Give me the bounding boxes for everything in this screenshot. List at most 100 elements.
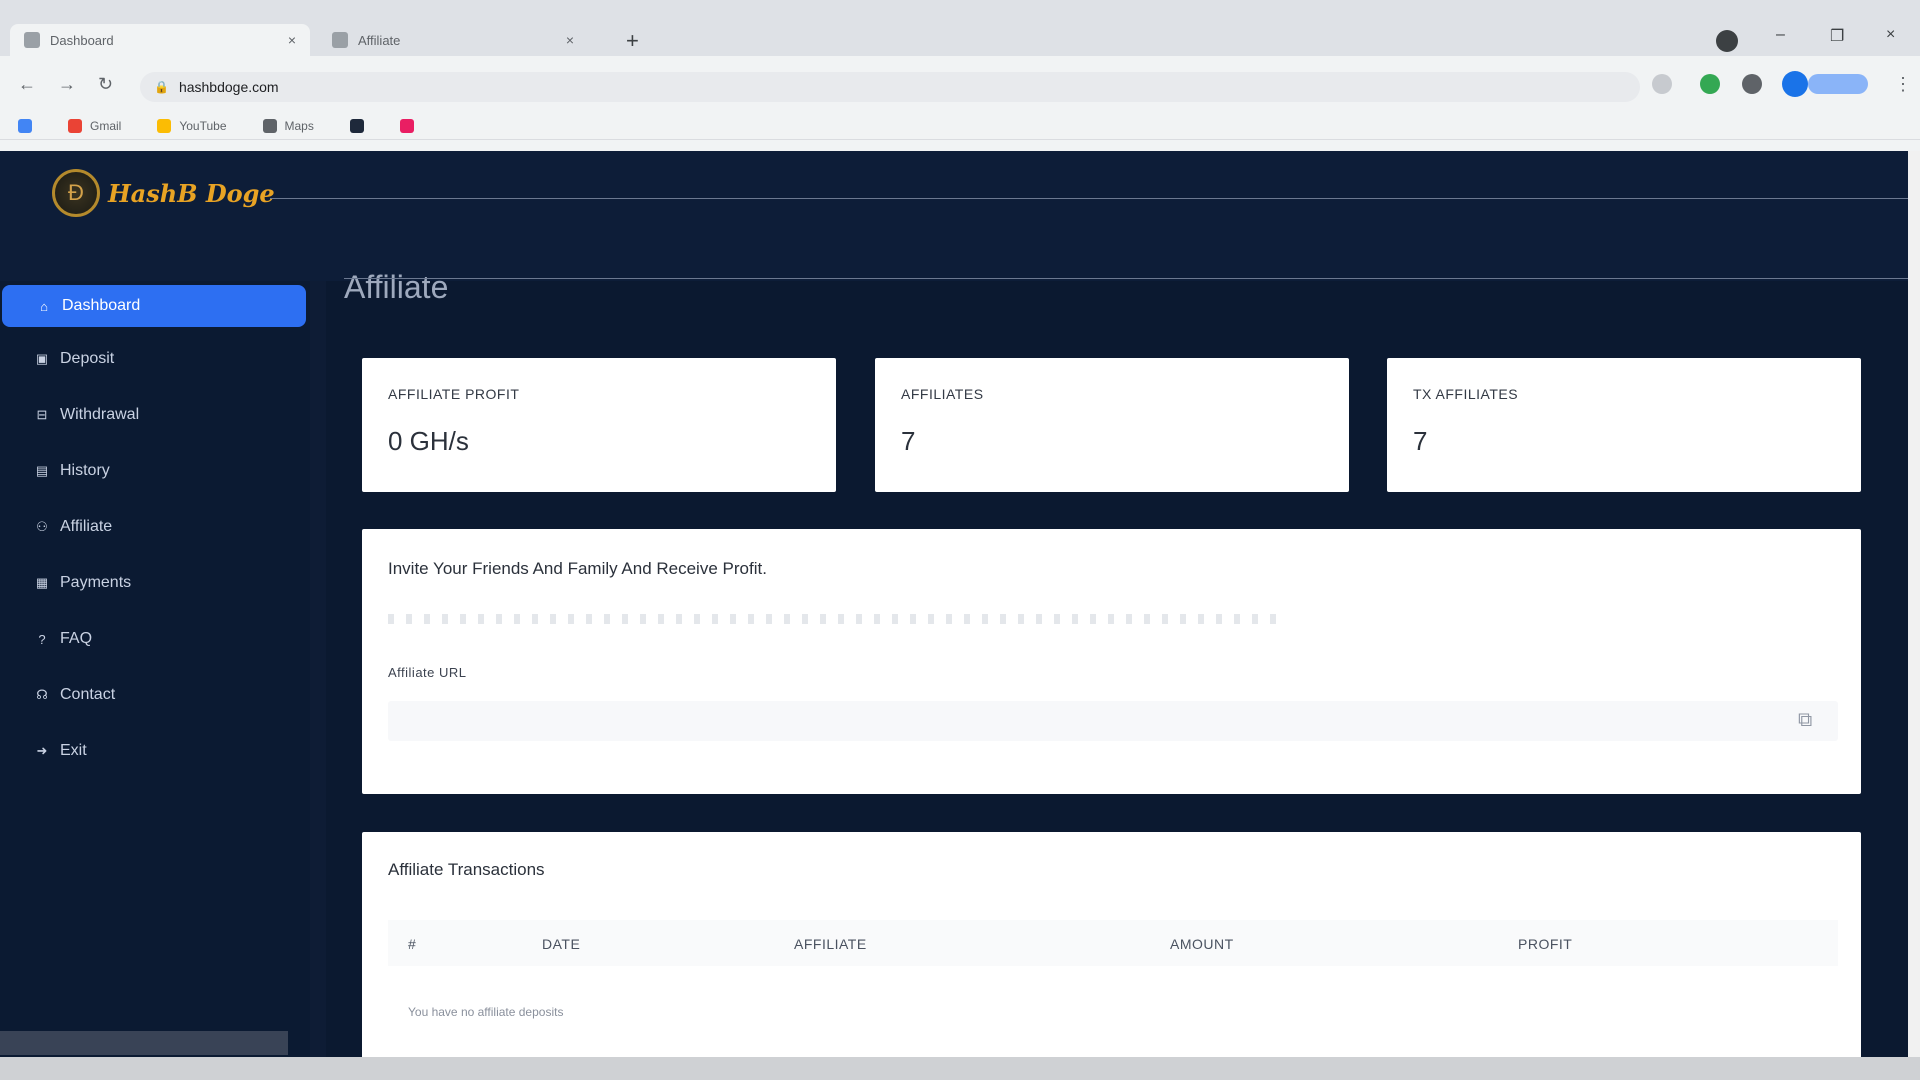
invite-card: Invite Your Friends And Family And Recei… <box>362 529 1861 794</box>
column-header: AMOUNT <box>1170 936 1234 952</box>
page-title: Affiliate <box>344 269 449 305</box>
sidebar-item-affiliate[interactable]: ⚇ Affiliate <box>0 506 306 548</box>
tab-strip: Dashboard × Affiliate × + – ❐ × <box>0 0 1920 56</box>
bookmark-icon <box>349 118 364 133</box>
site-logo[interactable]: Ð HashB Doge <box>52 169 275 217</box>
sidebar-item-contact[interactable]: ☊ Contact <box>0 674 306 716</box>
brand-name: HashB Doge <box>108 178 275 208</box>
bookmark-icon <box>157 118 172 133</box>
back-icon[interactable]: ← <box>18 74 36 95</box>
title-divider <box>344 278 1908 279</box>
sidebar-item-label: Exit <box>60 742 87 759</box>
payments-icon: ▦ <box>35 575 49 590</box>
stat-label: AFFILIATES <box>901 386 984 402</box>
sidebar-item-label: Withdrawal <box>60 406 140 423</box>
header-divider <box>270 198 1908 199</box>
bookmarks-bar: Gmail YouTube Maps <box>0 112 1920 140</box>
extensions-puzzle-icon[interactable] <box>1742 74 1762 94</box>
sidebar-item-label: Payments <box>60 574 132 591</box>
maximize-icon[interactable]: ❐ <box>1830 26 1844 46</box>
url-text: hashbdoge.com <box>178 79 279 95</box>
contact-icon: ☊ <box>36 687 48 702</box>
site-header: Ð HashB Doge <box>0 151 1908 281</box>
sidebar: ⌂ Dashboard ▣ Deposit ⊟ Withdrawal ▤ His… <box>0 281 310 1057</box>
bookmark-item[interactable] <box>399 118 414 133</box>
sidebar-item-faq[interactable]: ? FAQ <box>0 618 306 660</box>
stat-card-affiliate-profit: AFFILIATE PROFIT 0 GH/s <box>362 358 836 492</box>
reload-icon[interactable]: ↻ <box>98 74 113 95</box>
sidebar-item-label: History <box>60 462 110 479</box>
bookmark-item[interactable]: Maps <box>262 118 314 133</box>
sidebar-item-exit[interactable]: ➜ Exit <box>0 730 306 772</box>
browser-window: Dashboard × Affiliate × + – ❐ × ← → ↻ 🔒 … <box>0 0 1920 1057</box>
profile-badge[interactable] <box>1808 74 1868 94</box>
sidebar-item-label: FAQ <box>60 630 93 647</box>
copy-icon[interactable]: ⧉ <box>1798 709 1812 732</box>
transactions-title: Affiliate Transactions <box>388 860 545 879</box>
doge-coin-icon: Ð <box>52 169 100 217</box>
faq-icon: ? <box>38 631 46 647</box>
tab-active[interactable]: Dashboard × <box>10 24 310 56</box>
avatar[interactable] <box>1782 71 1808 97</box>
bookmark-icon <box>399 118 414 133</box>
sidebar-item-payments[interactable]: ▦ Payments <box>0 562 306 604</box>
web-page: Ð HashB Doge ⌂ Dashboard ▣ Deposit ⊟ Wit… <box>0 151 1908 1057</box>
empty-state-message: You have no affiliate deposits <box>408 1005 564 1019</box>
close-tab-icon[interactable]: × <box>288 32 296 48</box>
bookmark-item[interactable]: Gmail <box>68 118 121 133</box>
sidebar-item-dashboard[interactable]: ⌂ Dashboard <box>2 285 306 327</box>
stat-card-tx-affiliates: TX AFFILIATES 7 <box>1387 358 1861 492</box>
lock-icon: 🔒 <box>154 80 169 94</box>
new-tab-icon[interactable]: + <box>626 28 639 54</box>
deposit-icon: ▣ <box>35 351 49 366</box>
sidebar-item-history[interactable]: ▤ History <box>0 450 306 492</box>
favicon-icon <box>332 32 348 48</box>
sidebar-item-label: Contact <box>60 686 116 703</box>
stat-label: TX AFFILIATES <box>1413 386 1519 402</box>
close-window-icon[interactable]: × <box>1886 26 1895 44</box>
column-header: AFFILIATE <box>794 936 867 952</box>
status-bar <box>0 1031 288 1055</box>
sidebar-item-label: Deposit <box>60 350 115 367</box>
invite-title: Invite Your Friends And Family And Recei… <box>388 559 767 578</box>
address-bar[interactable]: 🔒 hashbdoge.com <box>140 72 1640 102</box>
stat-value: 0 GH/s <box>388 426 469 456</box>
stat-value: 7 <box>1413 426 1428 456</box>
affiliate-icon: ⚇ <box>36 519 48 534</box>
column-header: PROFIT <box>1518 936 1573 952</box>
extension-icon[interactable] <box>1700 74 1720 94</box>
close-tab-icon[interactable]: × <box>566 32 574 48</box>
sidebar-divider <box>310 281 326 1057</box>
bookmark-star-icon[interactable] <box>1652 74 1672 94</box>
bookmark-item[interactable]: YouTube <box>157 118 227 133</box>
sidebar-item-withdrawal[interactable]: ⊟ Withdrawal <box>0 394 306 436</box>
invite-description <box>388 614 1288 624</box>
bookmark-item[interactable] <box>349 118 364 133</box>
bookmark-icon <box>262 118 277 133</box>
page-scrollbar[interactable] <box>1908 151 1920 1057</box>
gmail-icon <box>68 118 82 133</box>
bookmark-item[interactable] <box>18 118 32 133</box>
forward-icon[interactable]: → <box>58 74 76 95</box>
favicon-icon <box>24 32 40 48</box>
dashboard-icon: ⌂ <box>40 298 48 314</box>
stat-label: AFFILIATE PROFIT <box>388 386 520 402</box>
apps-icon <box>18 118 32 133</box>
menu-kebab-icon[interactable]: ⋮ <box>1894 74 1912 95</box>
history-icon: ▤ <box>35 463 49 478</box>
transactions-card: Affiliate Transactions # DATE AFFILIATE … <box>362 832 1861 1057</box>
sidebar-item-label: Dashboard <box>62 297 141 314</box>
column-header: # <box>408 936 417 952</box>
column-header: DATE <box>542 936 581 952</box>
tab-title: Affiliate <box>358 32 401 48</box>
sidebar-item-label: Affiliate <box>60 518 113 535</box>
table-header: # DATE AFFILIATE AMOUNT PROFIT <box>388 920 1838 966</box>
profile-icon[interactable] <box>1716 30 1738 52</box>
sidebar-item-deposit[interactable]: ▣ Deposit <box>0 338 306 380</box>
withdrawal-icon: ⊟ <box>36 407 48 422</box>
tab-title: Dashboard <box>50 32 114 48</box>
affiliate-url-input[interactable] <box>388 701 1838 741</box>
tab-inactive[interactable]: Affiliate × <box>318 24 588 56</box>
minimize-icon[interactable]: – <box>1776 26 1785 44</box>
affiliate-url-label: Affiliate URL <box>388 665 467 680</box>
